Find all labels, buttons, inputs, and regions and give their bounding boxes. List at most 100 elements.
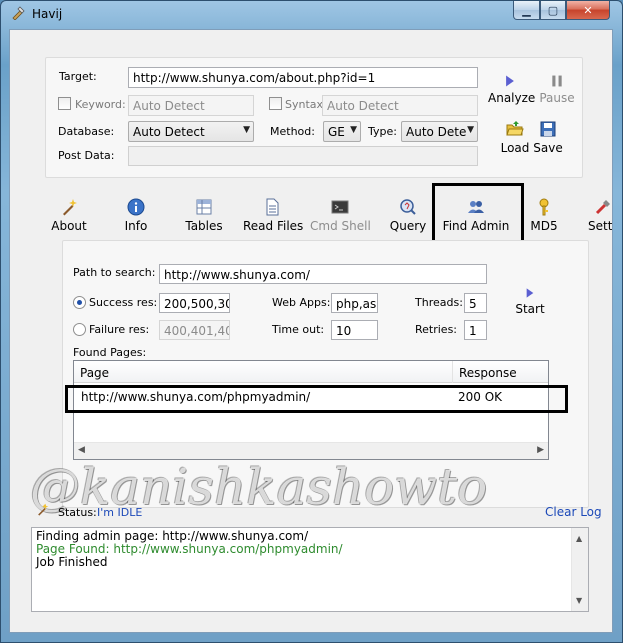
scroll-up-icon[interactable]: ▲ (576, 532, 582, 545)
toolbar-about[interactable]: About (50, 198, 88, 233)
keyword-checkbox[interactable] (58, 97, 71, 110)
method-value: GE (328, 125, 345, 139)
webapps-input[interactable]: php,asp (331, 293, 378, 313)
postdata-label: Post Data: (58, 149, 115, 162)
syntax-input[interactable]: Auto Detect (322, 95, 478, 116)
log-line-found: Page Found: http://www.shunya.com/phpmya… (36, 542, 343, 556)
target-input[interactable]: http://www.shunya.com/about.php?id=1 (128, 67, 478, 88)
timeout-input[interactable]: 10 (331, 320, 378, 340)
vertical-scrollbar[interactable]: ▲ ▼ (571, 528, 588, 611)
toolbar-settings-label: Setti (588, 219, 612, 233)
save-button[interactable]: Save (533, 120, 563, 155)
info-icon (127, 198, 145, 216)
database-select[interactable]: Auto Detect ▼ (128, 121, 254, 142)
keyword-input[interactable]: Auto Detect (128, 95, 254, 116)
pause-icon (552, 75, 562, 87)
load-button[interactable]: Load (499, 120, 531, 155)
log-output[interactable]: Finding admin page: http://www.shunya.co… (31, 527, 589, 612)
key-icon (539, 198, 549, 216)
toolbar-cmd-shell[interactable]: Cmd Shell (310, 198, 371, 233)
floppy-icon (540, 121, 556, 137)
type-select[interactable]: Auto Dete ▼ (401, 121, 478, 142)
list-header: Page Response (74, 361, 548, 383)
settings-icon (595, 200, 610, 215)
column-header-page[interactable]: Page (80, 366, 109, 380)
retries-label: Retries: (415, 323, 458, 336)
status-value: I'm IDLE (97, 506, 143, 519)
maximize-icon: ▢ (547, 3, 559, 17)
scroll-left-icon[interactable]: ◀ (78, 445, 85, 455)
retries-input[interactable]: 1 (464, 320, 487, 340)
window-title: Havij (32, 7, 63, 21)
method-select[interactable]: GE ▼ (323, 121, 361, 142)
pause-label: Pause (539, 91, 575, 105)
load-label: Load (500, 141, 530, 155)
horizontal-scrollbar[interactable]: ◀ ▶ (74, 442, 548, 459)
analyze-label: Analyze (488, 91, 536, 105)
found-row-highlight (65, 385, 568, 413)
pause-button[interactable]: Pause (538, 74, 576, 105)
chevron-down-icon: ▼ (350, 125, 357, 135)
keyword-label: Keyword: (75, 98, 126, 111)
query-icon (400, 199, 416, 215)
database-value: Auto Detect (133, 125, 205, 139)
type-value: Auto Dete (406, 125, 467, 139)
success-label: Success res: (89, 296, 158, 309)
failure-radio[interactable] (73, 323, 86, 336)
folder-open-icon (506, 121, 524, 136)
close-icon: ✕ (583, 3, 593, 17)
toolbar-query-label: Query (389, 219, 427, 233)
toolbar-about-label: About (51, 219, 87, 233)
toolbar-md5[interactable]: MD5 (527, 198, 561, 233)
failure-label: Failure res: (89, 323, 150, 336)
path-input[interactable]: http://www.shunya.com/ (159, 264, 487, 284)
syntax-label: Syntax: (285, 98, 327, 111)
method-label: Method: (270, 125, 315, 138)
toolbar-tables-label: Tables (185, 219, 223, 233)
toolbar-info[interactable]: Info (120, 198, 152, 233)
threads-input[interactable]: 5 (464, 293, 487, 313)
database-label: Database: (58, 125, 115, 138)
app-icon (12, 6, 25, 20)
chevron-down-icon: ▼ (467, 125, 474, 135)
toolbar-md5-label: MD5 (530, 219, 558, 233)
scroll-down-icon[interactable]: ▼ (576, 594, 582, 607)
terminal-icon (331, 200, 349, 214)
timeout-label: Time out: (272, 323, 325, 336)
success-input[interactable]: 200,500,30 (159, 293, 230, 313)
toolbar-tables[interactable]: Tables (184, 198, 224, 233)
table-icon (196, 199, 212, 215)
play-icon (526, 288, 534, 298)
analyze-button[interactable]: Analyze (488, 74, 536, 105)
clear-log-link[interactable]: Clear Log (545, 505, 602, 519)
toolbar-query[interactable]: Query (389, 198, 427, 233)
threads-label: Threads: (415, 296, 463, 309)
maximize-button[interactable]: ▢ (540, 1, 566, 20)
success-radio[interactable] (73, 296, 86, 309)
target-label: Target: (59, 70, 97, 83)
play-icon (506, 75, 514, 87)
toolbar-cmd-shell-label: Cmd Shell (310, 219, 371, 233)
syntax-checkbox[interactable] (269, 97, 282, 110)
type-label: Type: (368, 125, 397, 138)
start-label: Start (515, 302, 545, 316)
minimize-button[interactable]: ▁ (513, 1, 540, 20)
start-button[interactable]: Start (515, 287, 545, 316)
scroll-right-icon[interactable]: ▶ (537, 445, 544, 455)
toolbar-read-files-label: Read Files (243, 219, 304, 233)
toolbar-read-files[interactable]: Read Files (243, 198, 304, 233)
toolbar-info-label: Info (124, 219, 148, 233)
webapps-label: Web Apps: (272, 296, 331, 309)
failure-input[interactable]: 400,401,40 (159, 320, 230, 340)
wand-icon (63, 199, 77, 216)
chevron-down-icon: ▼ (243, 125, 250, 135)
path-label: Path to search: (73, 266, 156, 279)
postdata-input[interactable] (128, 146, 478, 166)
status-label: Status: (58, 506, 97, 519)
toolbar-settings[interactable]: Setti (588, 198, 612, 233)
column-separator (452, 361, 453, 383)
wand-icon (38, 503, 49, 516)
column-header-response[interactable]: Response (459, 366, 517, 380)
save-label: Save (533, 141, 563, 155)
close-button[interactable]: ✕ (566, 1, 610, 20)
